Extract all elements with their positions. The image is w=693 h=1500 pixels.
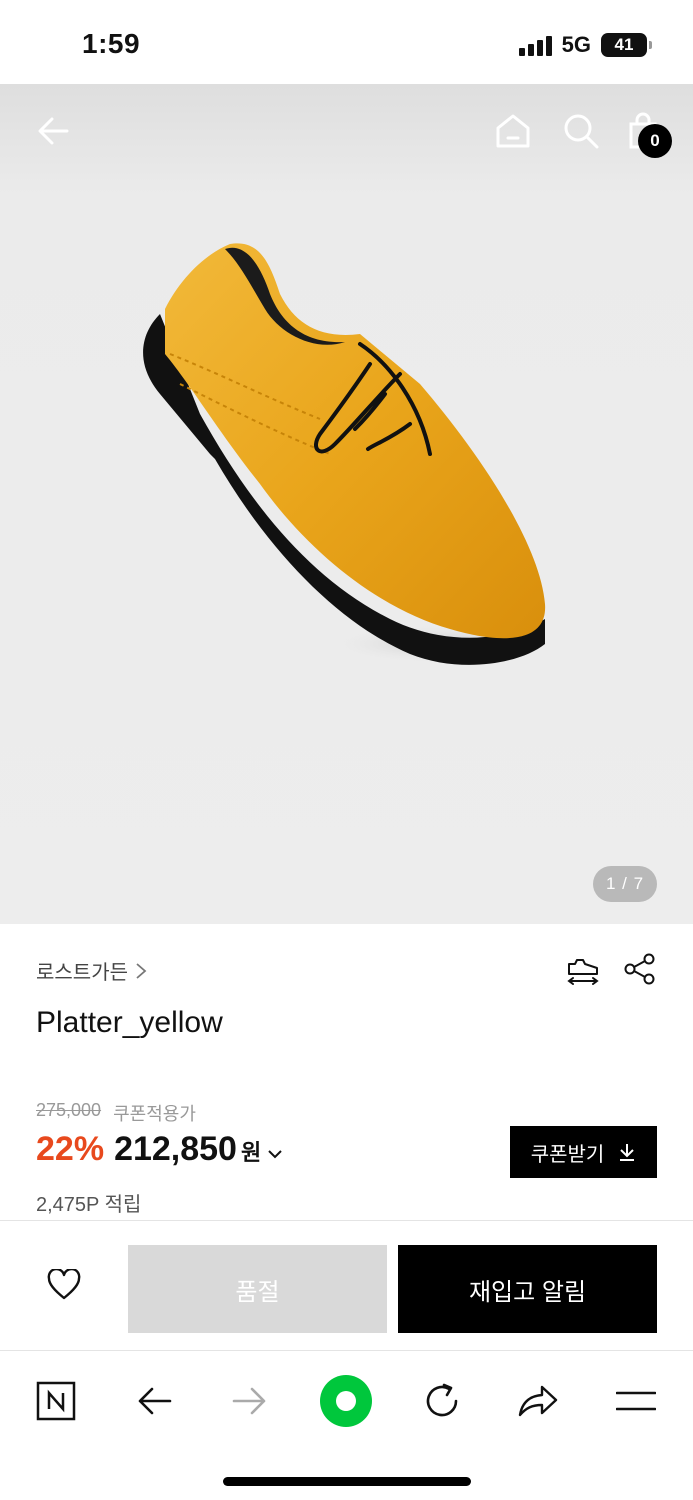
hero-navigation: 0 bbox=[0, 108, 693, 168]
refresh-icon[interactable] bbox=[414, 1373, 470, 1429]
shopping-bag-icon[interactable]: 0 bbox=[620, 108, 672, 158]
home-indicator bbox=[223, 1477, 471, 1486]
original-price: 275,000 bbox=[36, 1100, 102, 1120]
share-icon[interactable] bbox=[623, 952, 657, 993]
cart-count-badge: 0 bbox=[638, 124, 672, 158]
green-dot-icon[interactable] bbox=[318, 1373, 374, 1429]
download-icon bbox=[620, 1144, 635, 1161]
heart-icon[interactable] bbox=[40, 1265, 88, 1305]
product-photo bbox=[143, 243, 550, 665]
battery-level: 41 bbox=[614, 35, 634, 54]
reward-points: 2,475P 적립 bbox=[36, 1194, 142, 1216]
browser-toolbar bbox=[0, 1350, 693, 1500]
restock-alert-button[interactable]: 재입고 알림 bbox=[398, 1245, 657, 1333]
discount-rate: 22% bbox=[36, 1130, 105, 1168]
share-icon[interactable] bbox=[510, 1373, 566, 1429]
chevron-down-icon[interactable] bbox=[267, 1148, 283, 1160]
price-row[interactable]: 22% 212,850 원 bbox=[36, 1130, 283, 1169]
status-indicators: 5G 41 bbox=[518, 32, 652, 58]
home-icon[interactable] bbox=[490, 108, 536, 154]
signal-icon bbox=[518, 34, 552, 56]
purchase-action-bar: 품절 재입고 알림 bbox=[0, 1220, 693, 1350]
battery-icon: 41 bbox=[601, 33, 652, 57]
forward-icon[interactable] bbox=[222, 1373, 278, 1429]
status-time: 1:59 bbox=[82, 28, 141, 59]
get-coupon-button[interactable]: 쿠폰받기 bbox=[510, 1126, 657, 1178]
size-guide-icon[interactable] bbox=[565, 952, 601, 993]
currency-label: 원 bbox=[240, 1140, 262, 1165]
original-price-row: 275,000 쿠폰적용가 bbox=[36, 1100, 196, 1126]
sale-price: 212,850 bbox=[114, 1130, 237, 1168]
info-actions bbox=[565, 952, 657, 993]
back-icon[interactable] bbox=[126, 1373, 182, 1429]
coupon-price-label: 쿠폰적용가 bbox=[113, 1104, 196, 1124]
product-image-carousel[interactable]: 0 1 / 7 bbox=[0, 84, 693, 924]
chevron-right-icon bbox=[136, 962, 147, 979]
coupon-button-label: 쿠폰받기 bbox=[530, 1143, 605, 1166]
brand-link[interactable]: 로스트가든 bbox=[36, 956, 148, 985]
soldout-button[interactable]: 품절 bbox=[128, 1245, 387, 1333]
naver-n-icon[interactable] bbox=[28, 1373, 84, 1429]
product-name: Platter_yellow bbox=[36, 1006, 223, 1039]
search-icon[interactable] bbox=[558, 108, 604, 154]
image-page-indicator: 1 / 7 bbox=[593, 866, 657, 902]
back-arrow-icon[interactable] bbox=[30, 108, 76, 154]
brand-name: 로스트가든 bbox=[36, 962, 128, 984]
status-bar: 1:59 5G 41 bbox=[0, 0, 693, 84]
menu-icon[interactable] bbox=[608, 1373, 664, 1429]
network-type: 5G bbox=[561, 32, 591, 57]
